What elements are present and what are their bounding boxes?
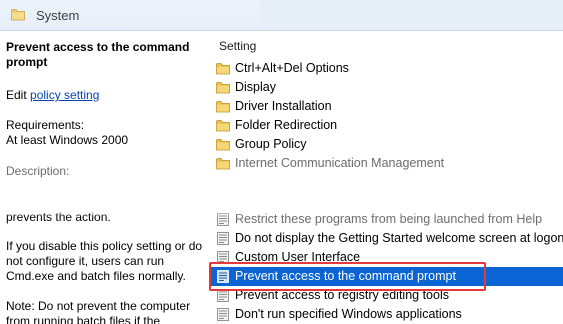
description-text-note: Note: Do not prevent the computer from r… (6, 299, 191, 324)
setting-row[interactable]: Custom User Interface (210, 248, 563, 267)
setting-row[interactable]: Restrict these programs from being launc… (210, 210, 563, 229)
window-title: System (36, 8, 80, 23)
folder-label: Display (235, 80, 276, 94)
setting-label: Restrict these programs from being launc… (235, 212, 543, 226)
folder-label: Ctrl+Alt+Del Options (235, 61, 349, 75)
edit-prefix: Edit (6, 88, 27, 102)
folder-icon (216, 138, 230, 151)
setting-label: Do not display the Getting Started welco… (235, 231, 563, 245)
policy-setting-icon (216, 213, 230, 226)
description-text-prevents: prevents the action. (6, 210, 111, 224)
requirements-label: Requirements: (6, 118, 85, 132)
title-bar: System (0, 0, 563, 31)
setting-row-selected[interactable]: Prevent access to the command prompt (210, 267, 563, 286)
setting-label: Custom User Interface (235, 250, 361, 264)
policy-setting-icon (216, 270, 230, 283)
settings-list-pane: Setting Ctrl+Alt+Del Options Display Dri… (210, 31, 563, 324)
folder-label: Internet Communication Management (235, 156, 445, 170)
folder-label: Driver Installation (235, 99, 332, 113)
setting-title: Prevent access to the command prompt (6, 40, 190, 69)
folder-row[interactable]: Ctrl+Alt+Del Options (210, 59, 563, 78)
folder-icon (216, 62, 230, 75)
edit-line: Edit policy setting (6, 88, 99, 102)
folder-icon (11, 8, 25, 21)
folder-label: Folder Redirection (235, 118, 338, 132)
folder-icon (216, 119, 230, 132)
policy-setting-icon (216, 308, 230, 321)
folder-row[interactable]: Folder Redirection (210, 116, 563, 135)
description-text-disable: If you disable this policy setting or do… (6, 239, 203, 283)
folder-row[interactable]: Display (210, 78, 563, 97)
folder-icon (216, 100, 230, 113)
requirements: Requirements: At least Windows 2000 (6, 118, 128, 148)
setting-label: Prevent access to registry editing tools (235, 288, 449, 302)
requirements-value: At least Windows 2000 (6, 133, 129, 147)
setting-row[interactable]: Don't run specified Windows applications (210, 305, 563, 324)
folder-row[interactable]: Driver Installation (210, 97, 563, 116)
setting-label: Prevent access to the command prompt (235, 269, 456, 283)
policy-setting-icon (216, 251, 230, 264)
policy-setting-icon (216, 289, 230, 302)
folder-icon (216, 157, 230, 170)
folder-row[interactable]: Group Policy (210, 135, 563, 154)
details-pane: Prevent access to the command prompt Edi… (0, 31, 210, 324)
policy-setting-icon (216, 232, 230, 245)
folder-row[interactable]: Internet Communication Management (210, 154, 563, 173)
folder-icon (216, 81, 230, 94)
folder-label: Group Policy (235, 137, 307, 151)
edit-policy-setting-link[interactable]: policy setting (30, 88, 99, 102)
setting-column-header[interactable]: Setting (219, 39, 256, 53)
setting-label: Don't run specified Windows applications (235, 307, 462, 321)
setting-row[interactable]: Prevent access to registry editing tools (210, 286, 563, 305)
description-label: Description: (6, 164, 70, 178)
setting-row[interactable]: Do not display the Getting Started welco… (210, 229, 563, 248)
